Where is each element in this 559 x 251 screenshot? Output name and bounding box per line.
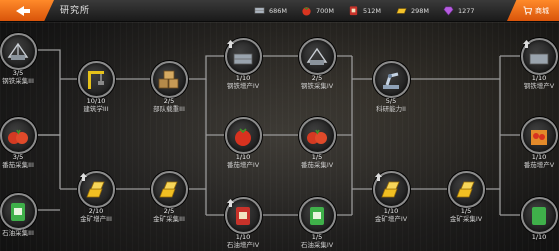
node-label: 番茄增产IV [226, 161, 260, 169]
tech-node-troop-load-3[interactable]: 2/5 部队载重III [147, 61, 191, 113]
node-progress: 3/5 [12, 153, 24, 161]
node-progress: 2/5 [163, 97, 175, 105]
node-label: 石油采集IV [300, 241, 334, 249]
node-icon-frame [150, 171, 188, 208]
node-label: 石油采集III [2, 229, 34, 237]
node-label: 钢铁增产V [523, 82, 555, 90]
node-icon-frame [150, 61, 188, 98]
node-icon-frame [298, 117, 336, 154]
tech-node-oil-boost-4[interactable]: 1/10 石油增产IV [221, 197, 265, 249]
boost-arrow-icon [375, 173, 382, 181]
node-progress: 1/10 [531, 74, 547, 82]
tomato-icon [8, 129, 28, 144]
node-progress: 1/10 [531, 153, 547, 161]
oil-icon [532, 206, 546, 225]
node-label: 金矿增产III [80, 215, 112, 223]
node-label: 金矿采集IV [449, 215, 483, 223]
node-label: 石油增产IV [226, 241, 260, 249]
boost-arrow-icon [227, 199, 234, 207]
node-progress: 1/5 [311, 153, 323, 161]
node-progress: 1/10 [235, 153, 251, 161]
oil-icon [11, 202, 25, 221]
node-icon-frame [447, 171, 485, 208]
node-progress: 1/10 [383, 207, 399, 215]
node-icon-frame [520, 117, 558, 154]
tech-node-tomato-boost-5[interactable]: 1/10 番茄增产V [517, 117, 559, 169]
node-progress: 2/5 [311, 74, 323, 82]
tech-node-steel-collect-3[interactable]: 3/5 钢铁采集III [0, 33, 40, 85]
tomato-icon [235, 127, 251, 146]
node-icon-frame [0, 117, 37, 154]
node-icon-frame [224, 117, 262, 154]
tech-node-oil-collect-3[interactable]: 石油采集III [0, 193, 40, 237]
node-icon-frame [298, 38, 336, 75]
tech-node-gold-collect-4[interactable]: 1/5 金矿采集IV [444, 171, 488, 223]
node-label: 金矿采集III [153, 215, 185, 223]
node-label: 钢铁增产IV [226, 82, 260, 90]
crates-icon [158, 70, 179, 88]
gold-icon [456, 181, 475, 197]
node-label: 钢铁采集III [2, 77, 34, 85]
node-label: 建筑学III [83, 105, 109, 113]
robot-arm-icon [383, 72, 399, 89]
tech-node-tomato-collect-3[interactable]: 3/5 番茄采集III [0, 117, 40, 169]
tech-node-gold-boost-4[interactable]: 1/10 金矿增产IV [369, 171, 413, 223]
node-icon-frame [372, 61, 410, 98]
tech-node-oil-collect-4[interactable]: 1/5 石油采集IV [295, 197, 339, 249]
node-label: 钢铁采集IV [300, 82, 334, 90]
tomato-icon [307, 129, 327, 144]
tech-node-tomato-collect-4[interactable]: 1/5 番茄采集IV [295, 117, 339, 169]
tech-node-steel-boost-4[interactable]: 1/10 钢铁增产IV [221, 38, 265, 90]
node-icon-frame [0, 33, 37, 70]
steel-icon [306, 47, 328, 65]
node-progress: 1/5 [311, 233, 323, 241]
node-progress: 2/5 [163, 207, 175, 215]
node-progress: 10/10 [86, 97, 106, 105]
node-label: 部队载重III [153, 105, 185, 113]
tomato-icon [531, 129, 547, 145]
boost-arrow-icon [227, 40, 234, 48]
node-icon-frame [77, 61, 115, 98]
node-progress: 3/5 [12, 69, 24, 77]
boost-arrow-icon [80, 173, 87, 181]
tech-node-gold-collect-3[interactable]: 2/5 金矿采集III [147, 171, 191, 223]
node-progress: 1/5 [460, 207, 472, 215]
gold-icon [159, 181, 178, 197]
node-label: 番茄采集III [2, 161, 34, 169]
node-progress: 1/10 [531, 233, 547, 241]
node-label: 科研能力II [376, 105, 406, 113]
node-progress: 2/10 [88, 207, 104, 215]
tech-node-tomato-boost-4[interactable]: 1/10 番茄增产IV [221, 117, 265, 169]
tech-node-architecture-3[interactable]: 10/10 建筑学III [74, 61, 118, 113]
boost-arrow-icon [523, 40, 530, 48]
node-label: 金矿增产IV [374, 215, 408, 223]
node-label: 番茄增产V [523, 161, 555, 169]
tech-node-steel-collect-4[interactable]: 2/5 钢铁采集IV [295, 38, 339, 90]
node-icon-frame [0, 193, 37, 230]
tech-node-steel-boost-5[interactable]: 1/10 钢铁增产V [517, 38, 559, 90]
node-progress: 1/10 [235, 233, 251, 241]
node-label: 番茄采集IV [300, 161, 334, 169]
tech-node-gold-boost-3[interactable]: 2/10 金矿增产III [74, 171, 118, 223]
crane-icon [88, 70, 104, 89]
node-icon-frame [298, 197, 336, 234]
tech-node-oil-boost-5[interactable]: 1/10 [517, 197, 559, 241]
node-progress: 1/10 [235, 74, 251, 82]
node-icon-frame [520, 197, 558, 234]
steel-icon [7, 42, 29, 60]
tech-node-research-2[interactable]: 5/5 科研能力II [369, 61, 413, 113]
node-progress: 5/5 [385, 97, 397, 105]
oil-icon [310, 206, 324, 225]
